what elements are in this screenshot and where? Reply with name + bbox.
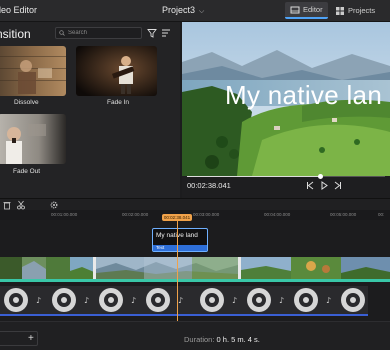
transition-label-fade-in: Fade In — [107, 99, 130, 106]
delete-icon[interactable] — [2, 200, 12, 210]
video-track[interactable] — [0, 257, 390, 283]
title-bar: ideo Editor Project3⌵ Editor Projects — [0, 0, 390, 22]
app-title: ideo Editor — [0, 5, 38, 15]
step-back-icon[interactable] — [306, 181, 314, 190]
search-box[interactable] — [55, 27, 142, 39]
transition-thumbnail-dissolve[interactable] — [0, 46, 66, 96]
text-clip[interactable]: My native land Text — [152, 228, 208, 252]
editor-tab-label: Editor — [303, 5, 323, 14]
project-selector[interactable]: Project3 ⌵ — [162, 5, 204, 16]
playhead-line[interactable] — [177, 221, 178, 321]
settings-icon[interactable] — [49, 200, 59, 210]
scrubber-progress — [187, 176, 321, 177]
editor-tab[interactable]: Editor — [285, 2, 328, 19]
search-icon — [59, 30, 65, 36]
playback-controls: 00:02:38.041 — [182, 174, 390, 198]
panel-title: nsition — [0, 27, 31, 41]
svg-text:♪: ♪ — [36, 296, 41, 305]
video-clip-filmstrip — [241, 257, 390, 279]
bottom-bar: + Duration: 0 h. 5 m. 4 s. — [0, 321, 390, 350]
video-preview[interactable]: My native lan — [182, 22, 390, 176]
playhead-time[interactable]: 00:02:38.041 — [162, 214, 192, 221]
sort-icon[interactable] — [161, 28, 171, 38]
ruler-tick: 00:04:00.000 — [264, 212, 291, 217]
transition-label-fade-out: Fade Out — [13, 168, 41, 175]
svg-text:♪: ♪ — [178, 296, 183, 305]
ruler-tick: 00:02:00.000 — [122, 212, 149, 217]
video-track-bar — [0, 279, 390, 282]
svg-text:♪: ♪ — [84, 296, 89, 305]
chevron-down-icon: ⌵ — [199, 8, 205, 15]
svg-text:♪: ♪ — [326, 296, 331, 305]
transition-thumbnail-fade-out[interactable] — [0, 114, 66, 164]
svg-text:♪: ♪ — [131, 296, 136, 305]
plus-icon[interactable]: + — [28, 333, 34, 344]
projects-icon — [336, 6, 344, 15]
ruler-tick: 00:05:00.000 — [330, 212, 357, 217]
step-forward-icon[interactable] — [334, 181, 342, 190]
scrubber-handle[interactable] — [318, 174, 323, 179]
video-clip[interactable] — [96, 257, 238, 279]
projects-tab-label: Projects — [348, 6, 376, 15]
split-icon[interactable] — [16, 200, 26, 210]
video-clip[interactable] — [241, 257, 390, 279]
ruler-tick: 00:03:00.000 — [193, 212, 220, 217]
video-clip[interactable] — [0, 257, 94, 279]
projects-tab[interactable]: Projects — [330, 2, 380, 19]
project-name: Project3 — [162, 5, 196, 15]
transition-thumbnail-fade-in[interactable] — [76, 46, 157, 96]
audio-track[interactable]: ♪ ♪ ♪ ♪ ♪ ♪ ♪ — [0, 286, 368, 316]
text-clip-type: Text — [153, 245, 207, 251]
timeline-toolbar — [0, 198, 390, 210]
preview-overlay-text: My native lan — [225, 80, 383, 110]
video-clip-filmstrip — [96, 257, 238, 279]
search-input[interactable] — [68, 30, 138, 36]
fade-in-preview-image — [76, 46, 157, 96]
transition-label-dissolve: Dissolve — [14, 99, 39, 106]
audio-waveform: ♪ ♪ ♪ ♪ ♪ ♪ ♪ — [0, 286, 368, 314]
duration-value: 0 h. 5 m. 4 s. — [216, 335, 260, 344]
current-timecode: 00:02:38.041 — [187, 181, 231, 190]
editor-icon — [290, 6, 300, 13]
filter-icon[interactable] — [147, 28, 157, 38]
ruler-tick: 00:01:00.000 — [51, 212, 78, 217]
duration-label: Duration: — [184, 335, 215, 344]
video-clip-filmstrip — [0, 257, 94, 279]
fade-out-preview-image — [0, 114, 66, 164]
timeline-ruler[interactable]: 00:01:00.000 00:02:00.000 00:03:00.000 0… — [0, 210, 390, 220]
svg-text:♪: ♪ — [279, 296, 284, 305]
dissolve-preview-image — [0, 46, 66, 96]
duration-text: Duration: 0 h. 5 m. 4 s. — [184, 335, 260, 344]
audio-track-bar — [0, 314, 368, 316]
ruler-tick: 00: — [378, 212, 385, 217]
transition-panel: nsition Dissolve Fade In — [0, 22, 180, 198]
svg-text:♪: ♪ — [232, 296, 237, 305]
play-icon[interactable] — [320, 181, 328, 190]
